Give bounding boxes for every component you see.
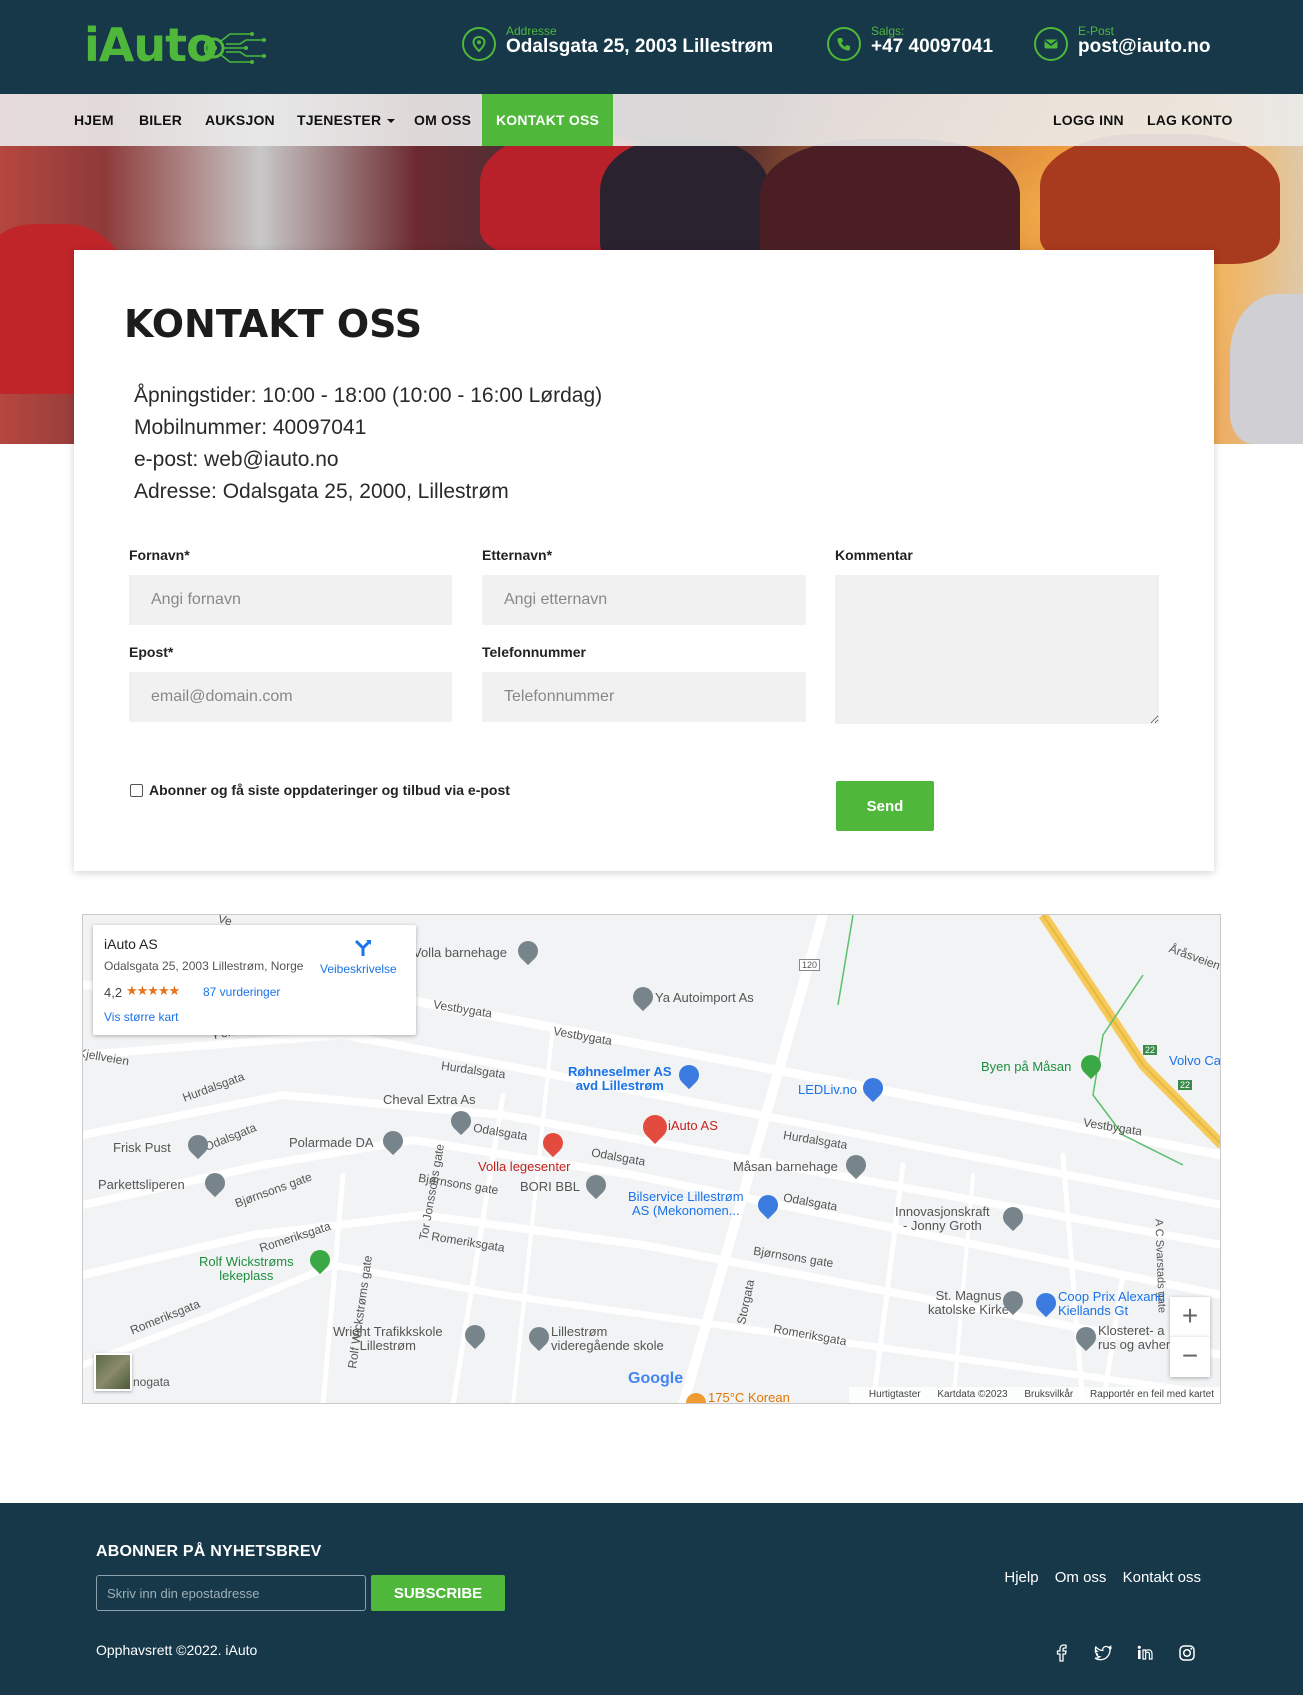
poi-iauto[interactable]: iAuto AS [668, 1118, 718, 1133]
email-field[interactable] [129, 672, 452, 722]
map-place-card: iAuto AS Odalsgata 25, 2003 Lillestrøm, … [93, 925, 416, 1035]
poi-vgs[interactable]: Lillestrøm videregående skole [551, 1325, 664, 1353]
poi-frisk-pust[interactable]: Frisk Pust [113, 1140, 171, 1155]
address-value: Odalsgata 25, 2003 Lillestrøm [506, 36, 774, 57]
nav-biler[interactable]: BILER [139, 94, 182, 146]
phone-field[interactable] [482, 672, 806, 722]
nav-tjenester[interactable]: TJENESTER [297, 94, 396, 146]
phone-value[interactable]: +47 40097041 [871, 36, 993, 58]
last-name-input[interactable] [482, 575, 806, 625]
poi-rohneselmer[interactable]: Røhneselmer AS avd Lillestrøm [568, 1065, 672, 1093]
first-name-input[interactable] [129, 575, 452, 625]
page-title: KONTAKT OSS [124, 302, 423, 346]
poi-byen-pa-masan[interactable]: Byen på Måsan [981, 1059, 1071, 1074]
footer-link-kontakt-oss[interactable]: Kontakt oss [1123, 1569, 1201, 1586]
poi-polarmade[interactable]: Polarmade DA [289, 1135, 374, 1150]
linkedin-icon[interactable] [1135, 1643, 1155, 1663]
directions-link[interactable]: Veibeskrivelse [320, 962, 397, 976]
attribution-report[interactable]: Rapportér en feil med kartet [1090, 1389, 1214, 1400]
poi-bori[interactable]: BORI BBL [520, 1179, 580, 1194]
nav-kontakt-oss[interactable]: KONTAKT OSS [482, 94, 614, 146]
mobile-number: Mobilnummer: 40097041 [134, 416, 367, 439]
subscribe-checkbox[interactable] [130, 784, 143, 797]
poi-ledliv[interactable]: LEDLiv.no [798, 1082, 857, 1097]
poi-korean[interactable]: 175°C Korean [708, 1390, 790, 1403]
newsletter-email-input[interactable] [96, 1575, 366, 1611]
road-shield-22a: 22 [1143, 1045, 1158, 1055]
contact-card: KONTAKT OSS Åpningstider: 10:00 - 18:00 … [74, 250, 1214, 871]
street-nogata: nogata [133, 1375, 170, 1389]
footer-link-hjelp[interactable]: Hjelp [1004, 1569, 1038, 1586]
poi-volla-legesenter[interactable]: Volla legesenter [478, 1159, 571, 1174]
facebook-icon[interactable] [1052, 1643, 1072, 1663]
nav-tjenester-label: TJENESTER [297, 112, 382, 128]
google-logo: Google [628, 1370, 684, 1387]
logo[interactable]: iAuto [84, 18, 270, 74]
first-name-label: Fornavn* [129, 547, 190, 563]
footer: ABONNER PÅ NYHETSBREV SUBSCRIBE Opphavsr… [0, 1503, 1303, 1695]
poi-st-magnus[interactable]: St. Magnus katolske Kirke [928, 1289, 1009, 1317]
location-pin-icon [462, 27, 496, 61]
poi-volvo[interactable]: Volvo Ca [1169, 1053, 1220, 1068]
directions-icon[interactable] [353, 938, 373, 958]
road-shield-120: 120 [799, 959, 821, 971]
poi-ya-autoimport[interactable]: Ya Autoimport As [655, 990, 754, 1005]
attribution-mapdata: Kartdata ©2023 [937, 1389, 1008, 1400]
map-attribution: Hurtigtaster Kartdata ©2023 Bruksvilkår … [848, 1387, 1220, 1403]
attribution-terms[interactable]: Bruksvilkår [1024, 1389, 1073, 1400]
poi-rolf-lekeplass[interactable]: Rolf Wickstrøms lekeplass [199, 1255, 294, 1283]
poi-bilservice[interactable]: Bilservice Lillestrøm AS (Mekonomen... [628, 1190, 744, 1218]
contact-email: e-post: web@iauto.no [134, 448, 339, 471]
subscribe-checkbox-label[interactable]: Abonner og få siste oppdateringer og til… [149, 782, 510, 798]
opening-hours: Åpningstider: 10:00 - 18:00 (10:00 - 16:… [134, 384, 603, 407]
poi-innovasjonskraft[interactable]: Innovasjonskraft - Jonny Groth [895, 1205, 990, 1233]
attribution-shortcuts[interactable]: Hurtigtaster [869, 1389, 921, 1400]
comment-textarea[interactable] [835, 575, 1159, 724]
nav-auksjon[interactable]: AUKSJON [205, 94, 275, 146]
road-shield-22b: 22 [1178, 1080, 1193, 1090]
rating-stars-icon: ★★★★★ [126, 983, 180, 998]
contact-address: Adresse: Odalsgata 25, 2000, Lillestrøm [134, 480, 509, 503]
satellite-toggle[interactable] [94, 1353, 132, 1391]
footer-links: Hjelp Om oss Kontakt oss [992, 1569, 1201, 1586]
circuit-icon [204, 32, 266, 64]
footer-link-om-oss[interactable]: Om oss [1055, 1569, 1107, 1586]
mail-icon [1034, 27, 1068, 61]
poi-wright[interactable]: Wright Trafikkskole Lillestrøm [333, 1325, 443, 1353]
nav-logg-inn[interactable]: LOGG INN [1053, 94, 1124, 146]
phone-icon [827, 27, 861, 61]
poi-cheval[interactable]: Cheval Extra As [383, 1092, 476, 1107]
send-button[interactable]: Send [836, 781, 934, 831]
place-rating: 4,2 [104, 985, 123, 1000]
main-nav: HJEM BILER AUKSJON TJENESTER OM OSS KONT… [0, 94, 1303, 146]
place-name: iAuto AS [104, 936, 158, 952]
email-field-label: Epost* [129, 644, 174, 660]
newsletter-title: ABONNER PÅ NYHETSBREV [96, 1543, 322, 1560]
nav-om-oss[interactable]: OM OSS [414, 94, 471, 146]
twitter-icon[interactable] [1093, 1643, 1113, 1663]
poi-volla-barnehage[interactable]: Volla barnehage [413, 945, 507, 960]
instagram-icon[interactable] [1177, 1643, 1197, 1663]
larger-map-link[interactable]: Vis større kart [104, 1010, 178, 1024]
place-address: Odalsgata 25, 2003 Lillestrøm, Norge [104, 959, 304, 973]
phone-field-label: Telefonnummer [482, 644, 586, 660]
logo-text: iAuto [84, 18, 218, 72]
comment-label: Kommentar [835, 547, 913, 563]
zoom-in-button[interactable]: + [1170, 1297, 1210, 1337]
poi-masan-barnehage[interactable]: Måsan barnehage [733, 1159, 838, 1174]
email-value[interactable]: post@iauto.no [1078, 36, 1211, 58]
last-name-label: Etternavn* [482, 547, 553, 563]
nav-lag-konto[interactable]: LAG KONTO [1147, 94, 1233, 146]
poi-parkettsliperen[interactable]: Parkettsliperen [98, 1177, 185, 1192]
nav-hjem[interactable]: HJEM [74, 94, 114, 146]
top-bar: iAuto Addresse Odalsgata 25, 2003 Lilles… [0, 0, 1303, 94]
caret-down-icon [387, 119, 396, 124]
map[interactable]: Vestbygata Vestbygata Vestbygata Hurdals… [82, 914, 1221, 1404]
poi-coop[interactable]: Coop Prix Alexand Kiellands Gt [1058, 1290, 1165, 1318]
copyright: Opphavsrett ©2022. iAuto [96, 1642, 258, 1658]
subscribe-button[interactable]: SUBSCRIBE [371, 1575, 505, 1611]
zoom-out-button[interactable]: − [1170, 1337, 1210, 1377]
reviews-link[interactable]: 87 vurderinger [203, 985, 280, 999]
